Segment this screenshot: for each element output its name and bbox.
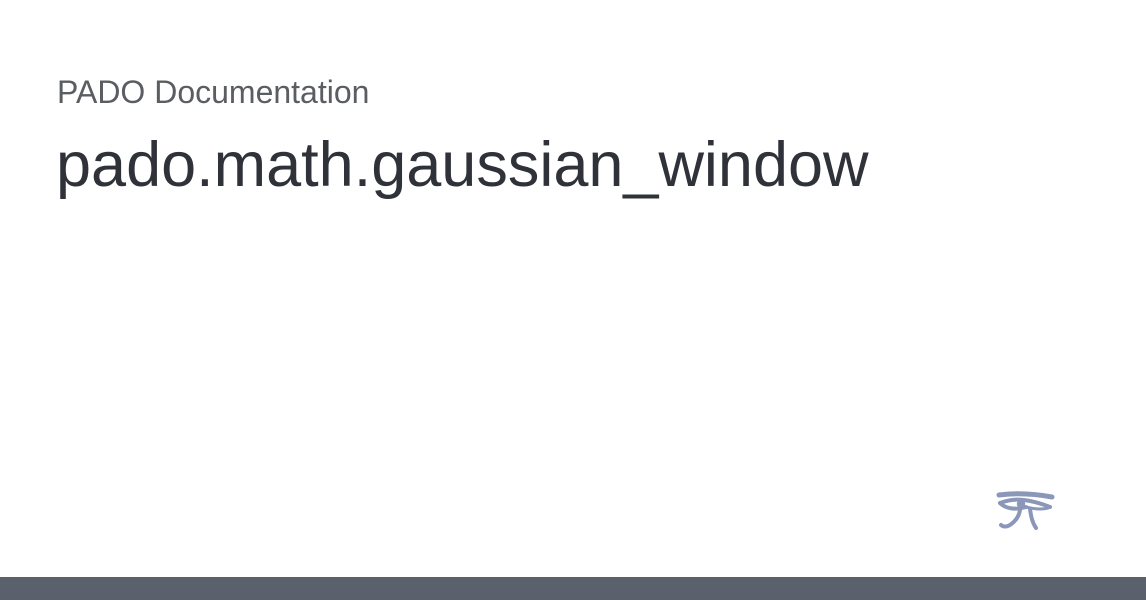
bottom-bar [0, 577, 1146, 600]
page-title: pado.math.gaussian_window [56, 130, 869, 200]
site-name: PADO Documentation [57, 74, 370, 110]
social-card: PADO Documentation pado.math.gaussian_wi… [0, 0, 1146, 600]
eye-of-horus-icon [996, 489, 1056, 533]
